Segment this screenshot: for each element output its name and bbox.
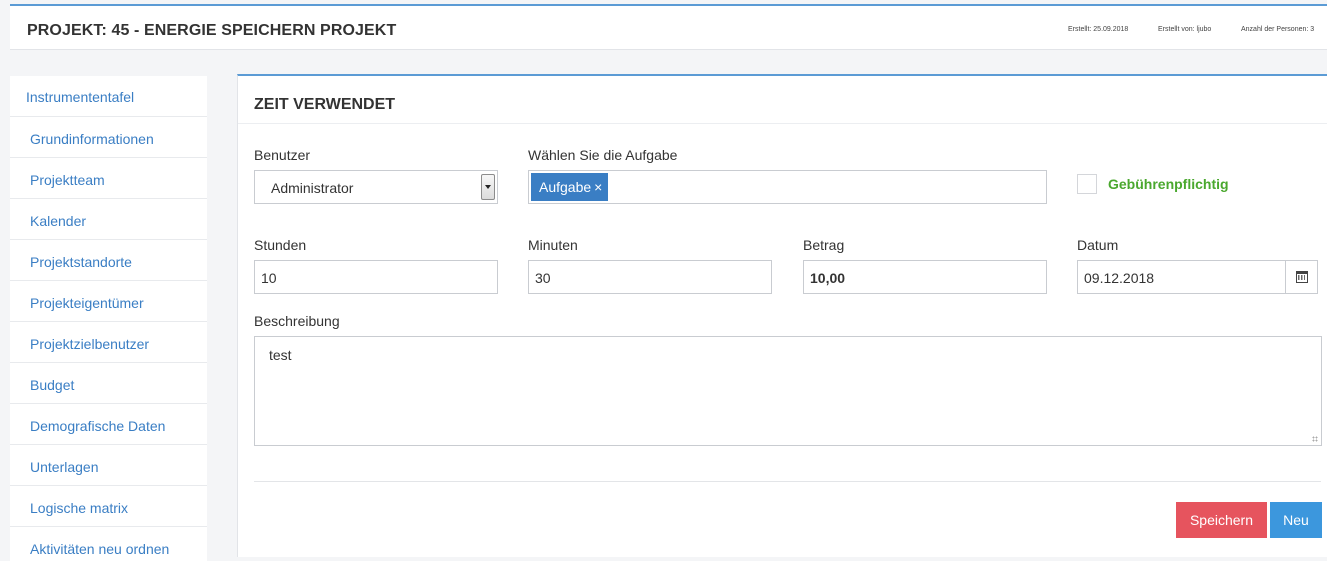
- amount-input[interactable]: 10,00: [803, 260, 1047, 294]
- hours-input[interactable]: 10: [254, 260, 498, 294]
- form-divider: [254, 481, 1321, 482]
- sidebar-item-logische-matrix[interactable]: Logische matrix: [10, 486, 207, 527]
- time-spent-panel: ZEIT VERWENDET Benutzer Administrator Wä…: [237, 74, 1327, 557]
- sidebar-item-projektteam[interactable]: Projektteam: [10, 158, 207, 199]
- task-label: Wählen Sie die Aufgabe: [528, 147, 678, 163]
- date-label: Datum: [1077, 237, 1119, 253]
- sidebar-item-unterlagen[interactable]: Unterlagen: [10, 445, 207, 486]
- created-by: Erstellt von: ljubo: [1158, 26, 1212, 33]
- date-input[interactable]: 09.12.2018: [1077, 260, 1286, 294]
- sidebar-item-grundinformationen[interactable]: Grundinformationen: [10, 117, 207, 158]
- description-label: Beschreibung: [254, 313, 340, 329]
- sidebar-item-budget[interactable]: Budget: [10, 363, 207, 404]
- page-title: PROJEKT: 45 - ENERGIE SPEICHERN PROJEKT: [27, 22, 397, 39]
- billable-checkbox[interactable]: [1077, 174, 1097, 194]
- person-count: Anzahl der Personen: 3: [1241, 26, 1315, 33]
- user-label: Benutzer: [254, 147, 311, 163]
- sidebar-item-projekteigentuemer[interactable]: Projekteigentümer: [10, 281, 207, 322]
- new-button[interactable]: Neu: [1270, 502, 1322, 538]
- user-select[interactable]: Administrator: [254, 170, 498, 204]
- panel-title: ZEIT VERWENDET: [254, 96, 396, 113]
- task-tag-label: Aufgabe: [539, 179, 592, 195]
- calendar-icon: [1296, 271, 1308, 283]
- minutes-input[interactable]: 30: [528, 260, 772, 294]
- sidebar-nav: Instrumententafel Grundinformationen Pro…: [10, 76, 207, 561]
- task-tag: Aufgabe ×: [531, 173, 609, 201]
- project-header: PROJEKT: 45 - ENERGIE SPEICHERN PROJEKT …: [10, 4, 1327, 50]
- sidebar-item-kalender[interactable]: Kalender: [10, 199, 207, 240]
- task-select[interactable]: Aufgabe ×: [528, 170, 1047, 204]
- panel-divider: [238, 123, 1327, 124]
- user-select-value: Administrator: [271, 180, 354, 196]
- description-text: test: [269, 347, 292, 363]
- sidebar-item-instrumententafel[interactable]: Instrumententafel: [10, 76, 207, 117]
- sidebar-item-projektzielbenutzer[interactable]: Projektzielbenutzer: [10, 322, 207, 363]
- description-textarea[interactable]: test: [254, 336, 1322, 446]
- billable-label[interactable]: Gebührenpflichtig: [1108, 176, 1229, 192]
- amount-label: Betrag: [803, 237, 845, 253]
- sidebar-item-demografische-daten[interactable]: Demografische Daten: [10, 404, 207, 445]
- sidebar-item-aktivitaeten-neu-ordnen[interactable]: Aktivitäten neu ordnen: [10, 527, 207, 561]
- close-icon[interactable]: ×: [594, 179, 602, 195]
- hours-label: Stunden: [254, 237, 307, 253]
- sidebar-item-projektstandorte[interactable]: Projektstandorte: [10, 240, 207, 281]
- chevron-down-icon[interactable]: [481, 174, 495, 200]
- created-date: Erstellt: 25.09.2018: [1068, 26, 1129, 33]
- minutes-label: Minuten: [528, 237, 578, 253]
- resize-handle-icon[interactable]: [1312, 436, 1318, 442]
- calendar-button[interactable]: [1285, 260, 1318, 294]
- save-button[interactable]: Speichern: [1176, 502, 1267, 538]
